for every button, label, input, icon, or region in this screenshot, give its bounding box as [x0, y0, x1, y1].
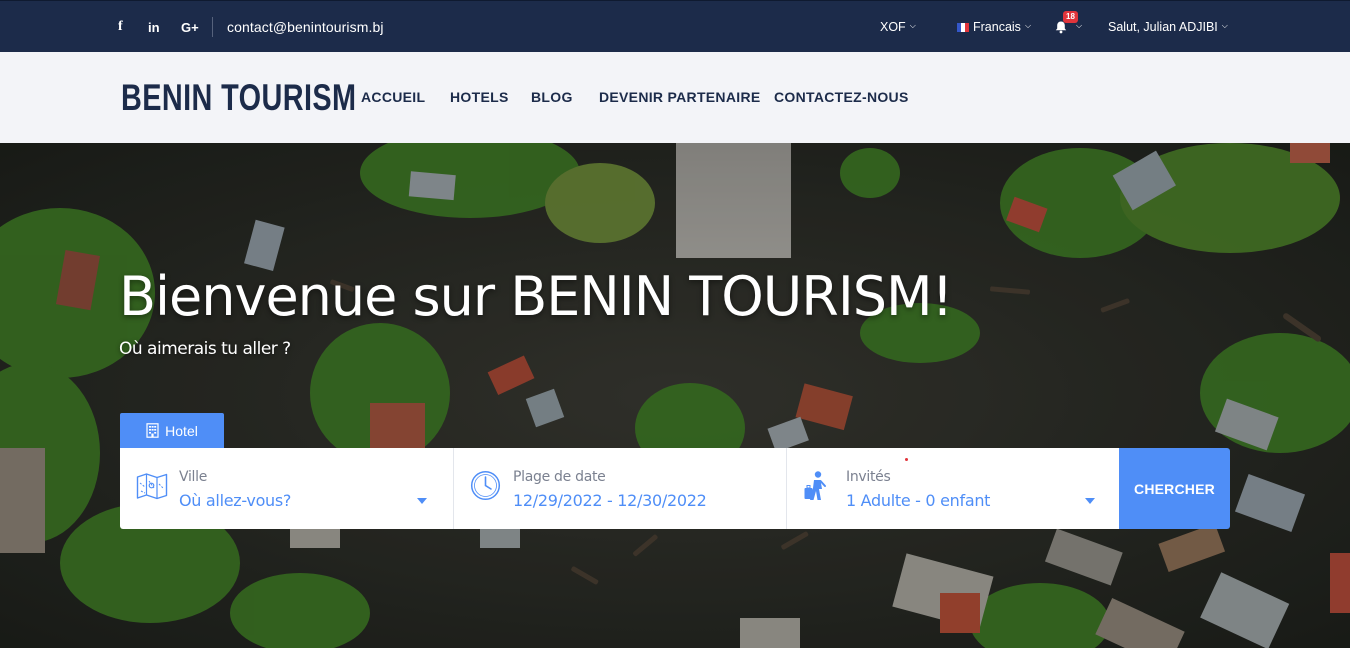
linkedin-icon[interactable]: in [148, 1, 160, 53]
hero-background-image [0, 143, 1350, 648]
user-menu[interactable]: Salut, Julian ADJIBI ⌵ [1108, 1, 1228, 53]
france-flag-icon [957, 22, 969, 32]
main-navigation: BENIN TOURISM ACCUEIL HOTELS BLOG DEVENI… [0, 52, 1350, 143]
site-logo[interactable]: BENIN TOURISM [121, 78, 356, 118]
caret-down-icon[interactable] [1085, 498, 1095, 504]
nav-link-hotels[interactable]: HOTELS [450, 89, 509, 105]
top-bar-divider [212, 17, 213, 37]
contact-email-link[interactable]: contact@benintourism.bj [227, 1, 384, 53]
chevron-down-icon: ⌵ [1076, 21, 1083, 30]
guests-label: Invités [846, 469, 891, 485]
caret-down-icon[interactable] [417, 498, 427, 504]
google-plus-icon[interactable]: G+ [181, 1, 199, 53]
language-value: Francais [973, 20, 1021, 34]
chevron-down-icon: ⌵ [1024, 21, 1032, 30]
date-range-input[interactable]: 12/29/2022 - 12/30/2022 [513, 491, 707, 510]
hotel-search-form: Ville Où allez-vous? Plage de date 12/29… [120, 448, 1119, 529]
currency-value: XOF [880, 20, 906, 34]
language-selector[interactable]: Francais ⌵ [957, 1, 1031, 53]
hero-title: Bienvenue sur BENIN TOURISM! [119, 265, 953, 328]
notifications-button[interactable]: ⌵ [1054, 1, 1082, 53]
building-icon [146, 423, 159, 438]
nav-link-devenir-partenaire[interactable]: DEVENIR PARTENAIRE [599, 89, 761, 105]
user-greeting: Salut, Julian ADJIBI [1108, 20, 1218, 34]
date-range-label: Plage de date [513, 469, 606, 485]
hero-subtitle: Où aimerais tu aller ? [119, 339, 291, 359]
tab-hotel-label: Hotel [165, 422, 198, 439]
clock-icon [470, 470, 501, 501]
hero-section: Bienvenue sur BENIN TOURISM! Où aimerais… [0, 143, 1350, 648]
tab-hotel[interactable]: Hotel [120, 413, 224, 448]
nav-link-accueil[interactable]: ACCUEIL [361, 89, 425, 105]
guests-field[interactable]: Invités 1 Adulte - 0 enfant [786, 448, 1119, 529]
top-bar: f in G+ contact@benintourism.bj XOF ⌵ Fr… [0, 0, 1350, 52]
indicator-dot [905, 458, 908, 461]
facebook-icon[interactable]: f [118, 1, 123, 53]
city-field[interactable]: Ville Où allez-vous? [120, 448, 453, 529]
nav-link-contactez-nous[interactable]: CONTACTEZ-NOUS [774, 89, 909, 105]
guests-input[interactable]: 1 Adulte - 0 enfant [846, 491, 990, 510]
date-range-field[interactable]: Plage de date 12/29/2022 - 12/30/2022 [453, 448, 786, 529]
currency-selector[interactable]: XOF ⌵ [880, 1, 916, 53]
notification-count-badge: 18 [1063, 11, 1078, 23]
map-icon [136, 473, 168, 500]
search-button[interactable]: CHERCHER [1119, 448, 1230, 529]
chevron-down-icon: ⌵ [909, 21, 916, 30]
city-input[interactable]: Où allez-vous? [179, 491, 291, 510]
nav-link-blog[interactable]: BLOG [531, 89, 573, 105]
traveler-luggage-icon [804, 471, 826, 500]
chevron-down-icon: ⌵ [1221, 21, 1228, 30]
city-label: Ville [179, 469, 208, 485]
